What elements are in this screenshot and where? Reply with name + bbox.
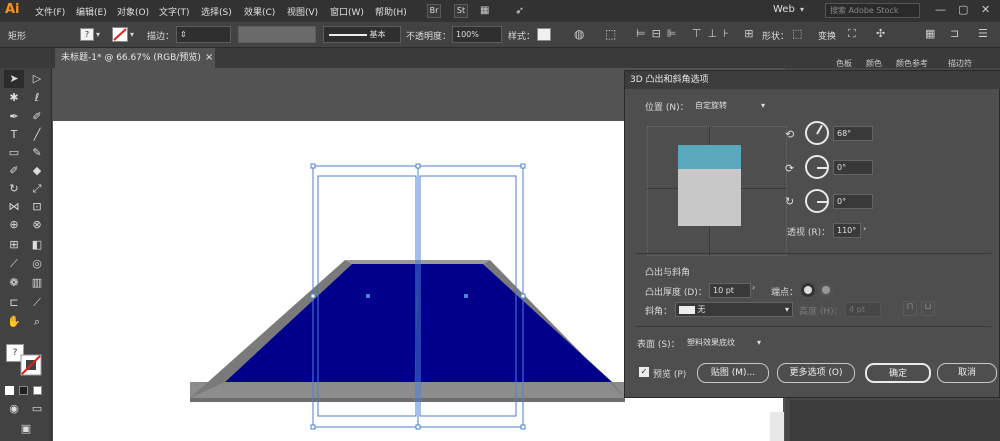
surface-select[interactable]: 塑料效果底纹 ▾ bbox=[683, 335, 765, 350]
preview-checkbox[interactable]: ✓ bbox=[639, 367, 649, 377]
line-tool-icon[interactable]: ╱ bbox=[27, 126, 47, 144]
rotate-z-icon: ↻ bbox=[785, 195, 795, 208]
bevel-preview bbox=[679, 305, 695, 314]
width-tool-icon[interactable]: ⋈ bbox=[4, 198, 24, 216]
position-select[interactable]: 自定旋转 ▾ bbox=[691, 98, 769, 113]
cube-top-face[interactable] bbox=[678, 145, 741, 169]
dial-y-indicator bbox=[817, 167, 827, 169]
section-divider bbox=[635, 253, 991, 254]
position-label: 位置 (N)： bbox=[645, 103, 689, 113]
change-screen-mode-icon[interactable]: ▣ bbox=[16, 420, 36, 438]
panel-tab-swatches[interactable]: 色板 bbox=[836, 58, 852, 69]
color-mode-button[interactable] bbox=[5, 386, 14, 395]
map-art-button[interactable]: 贴图 (M)... bbox=[697, 363, 769, 383]
rotate-tool-icon[interactable]: ↻ bbox=[4, 180, 24, 198]
bevel-value: 无 bbox=[697, 305, 706, 314]
screen-mode-icon[interactable]: ▭ bbox=[27, 400, 47, 418]
slice-tool-icon[interactable]: ⟋ bbox=[27, 294, 47, 312]
eraser-icon[interactable]: ◆ bbox=[27, 162, 47, 180]
type-tool-icon[interactable]: T bbox=[4, 126, 24, 144]
scroll-control[interactable] bbox=[770, 412, 784, 441]
surface-label: 表面 (S)： bbox=[637, 340, 680, 350]
chevron-right-icon[interactable]: › bbox=[752, 283, 762, 298]
bevel-out-icon: ⊓ bbox=[903, 301, 917, 316]
position-value: 自定旋转 bbox=[695, 101, 727, 110]
chevron-right-icon[interactable]: › bbox=[863, 224, 873, 238]
extrude-bottom-edge bbox=[190, 398, 625, 402]
perspective-label: 透视 (R)： bbox=[787, 228, 831, 238]
shape-builder-icon[interactable]: ⊕ bbox=[4, 216, 24, 234]
paintbrush-icon[interactable]: ✎ bbox=[27, 144, 47, 162]
panel-tab-color[interactable]: 颜色 bbox=[866, 58, 882, 69]
bevel-label: 斜角： bbox=[645, 307, 673, 317]
magic-wand-icon[interactable]: ✱ bbox=[4, 89, 24, 107]
free-transform-icon[interactable]: ⊡ bbox=[27, 198, 47, 216]
lasso-icon[interactable]: ℓ bbox=[27, 89, 47, 107]
center-point bbox=[366, 294, 370, 298]
zoom-tool-icon[interactable]: ⌕ bbox=[27, 313, 47, 331]
chevron-down-icon: ▾ bbox=[784, 305, 789, 314]
rotate-x-field[interactable]: 68° bbox=[833, 126, 873, 141]
dialog-title[interactable]: 3D 凸出和斜角选项 bbox=[625, 71, 1000, 89]
gradient-tool-icon[interactable]: ◧ bbox=[27, 236, 47, 254]
height-label: 高度 (H)： bbox=[799, 307, 843, 317]
none-mode-button[interactable] bbox=[33, 386, 42, 395]
pen-tool-icon[interactable]: ✒ bbox=[4, 108, 24, 126]
preview-label: 预览 (P) bbox=[653, 370, 687, 380]
artboard-tool-icon[interactable]: ⊏ bbox=[4, 294, 24, 312]
live-paint-icon[interactable]: ⊗ bbox=[27, 216, 47, 234]
chevron-down-icon: ▾ bbox=[760, 101, 765, 110]
curvature-tool-icon[interactable]: ✐ bbox=[27, 108, 47, 126]
draw-mode-icon[interactable]: ◉ bbox=[4, 400, 24, 418]
shaper-tool-icon[interactable]: ✐ bbox=[4, 162, 24, 180]
center-point bbox=[464, 294, 468, 298]
cap-off-button[interactable] bbox=[819, 283, 833, 297]
rotate-y-icon: ⟳ bbox=[785, 162, 795, 175]
more-options-button[interactable]: 更多选项 (O) bbox=[777, 363, 855, 383]
direct-selection-tool-icon[interactable]: ▷ bbox=[27, 70, 47, 88]
rotate-x-icon: ⟲ bbox=[785, 128, 795, 141]
extrude-front-face bbox=[190, 382, 625, 398]
depth-label: 凸出厚度 (D)： bbox=[645, 288, 707, 298]
bevel-select[interactable]: 无 ▾ bbox=[675, 302, 793, 317]
stroke-color-swatch[interactable] bbox=[20, 354, 42, 376]
rotate-y-field[interactable]: 0° bbox=[833, 160, 873, 175]
gradient-mode-button[interactable] bbox=[19, 386, 28, 395]
perspective-grid-icon[interactable]: ⊞ bbox=[4, 236, 24, 254]
panel-footer bbox=[790, 400, 1000, 441]
panel-tab-color-guide[interactable]: 颜色参考 bbox=[896, 58, 928, 69]
tools-panel: ➤ ▷ ✱ ℓ ✒ ✐ T ╱ ▭ ✎ ✐ ◆ ↻ ⤢ ⋈ ⊡ ⊕ ⊗ ⊞ ◧ … bbox=[0, 68, 52, 441]
perspective-field[interactable]: 110° bbox=[833, 223, 861, 238]
hand-tool-icon[interactable]: ✋ bbox=[4, 313, 24, 331]
ok-button[interactable]: 确定 bbox=[865, 363, 931, 383]
depth-field[interactable]: 10 pt bbox=[709, 283, 751, 298]
rectangle-tool-icon[interactable]: ▭ bbox=[4, 144, 24, 162]
section-divider bbox=[635, 326, 991, 327]
dial-z-indicator bbox=[817, 201, 827, 203]
selection-tool-icon[interactable]: ➤ bbox=[4, 70, 24, 88]
extrude-section-label: 凸出与斜角 bbox=[645, 268, 691, 278]
blend-tool-icon[interactable]: ◎ bbox=[27, 255, 47, 273]
height-field: 4 pt bbox=[845, 302, 881, 317]
cube-front-face[interactable] bbox=[678, 169, 741, 226]
graph-tool-icon[interactable]: ▥ bbox=[27, 274, 47, 292]
surface-value: 塑料效果底纹 bbox=[687, 338, 735, 347]
scale-tool-icon[interactable]: ⤢ bbox=[27, 180, 47, 198]
chevron-down-icon: ▾ bbox=[756, 338, 761, 347]
3d-extrude-dialog: 3D 凸出和斜角选项 位置 (N)： 自定旋转 ▾ ⟲ 68° ⟳ 0° ↻ 0… bbox=[624, 70, 1000, 398]
bevel-in-icon: ⊔ bbox=[921, 301, 935, 316]
rotate-z-field[interactable]: 0° bbox=[833, 194, 873, 209]
cap-label: 端点： bbox=[771, 288, 799, 298]
cap-on-button[interactable] bbox=[801, 283, 815, 297]
panel-tab-symbols[interactable]: 描边符 bbox=[948, 58, 972, 69]
symbol-sprayer-icon[interactable]: ❁ bbox=[4, 274, 24, 292]
cancel-button[interactable]: 取消 bbox=[937, 363, 997, 383]
eyedropper-icon[interactable]: ⟋ bbox=[4, 255, 24, 273]
